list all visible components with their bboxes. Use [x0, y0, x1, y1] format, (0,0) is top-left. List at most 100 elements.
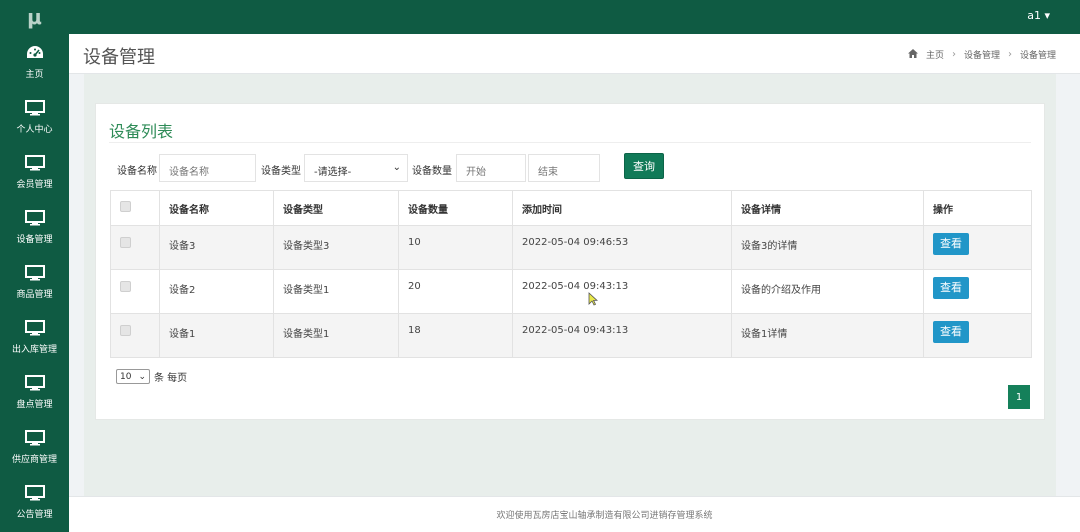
query-button[interactable]: 查询: [624, 153, 664, 179]
device-name-cell: 设备3: [159, 225, 274, 270]
column-header[interactable]: 设备名称: [159, 190, 274, 226]
row-select-cell: [110, 225, 160, 270]
sidebar-item-devices[interactable]: 设备管理: [0, 199, 69, 254]
device-detail-cell: 设备1详情: [731, 313, 924, 358]
added-time-cell: 2022-05-04 09:46:53: [512, 225, 732, 270]
page-size-value: 10: [120, 371, 132, 382]
page-size-select[interactable]: 10 ⌄: [116, 369, 150, 384]
page-title: 设备管理: [83, 47, 155, 68]
chevron-down-icon: ⌄: [392, 162, 401, 173]
breadcrumb-current: 设备管理: [1019, 51, 1056, 61]
device-type-select[interactable]: -请选择- ⌄: [304, 154, 408, 182]
table-row: 设备1 设备类型1 18 2022-05-04 09:43:13 设备1详情 查…: [110, 313, 1032, 358]
sidebar-item-label: 公告管理: [16, 510, 53, 520]
top-bar: μ a1 ▾: [0, 0, 1080, 34]
monitor-icon: [24, 428, 45, 448]
sidebar-item-announcements[interactable]: 公告管理: [0, 474, 69, 529]
row-select-cell: [110, 313, 160, 358]
device-detail-cell: 设备3的详情: [731, 225, 924, 270]
monitor-icon: [24, 373, 45, 393]
sidebar-item-label: 设备管理: [16, 235, 53, 245]
table-header-row: 设备名称 设备类型 设备数量 添加时间 设备详情 操作: [110, 190, 1032, 226]
qty-end-input[interactable]: 结束: [528, 154, 600, 182]
home-icon: [907, 48, 918, 61]
sidebar-item-members[interactable]: 会员管理: [0, 144, 69, 199]
column-header[interactable]: 设备数量: [398, 190, 513, 226]
device-qty-cell: 10: [398, 225, 513, 270]
card-title: 设备列表: [109, 122, 174, 141]
sidebar-item-label: 盘点管理: [16, 400, 53, 410]
monitor-icon: [24, 208, 45, 228]
view-button[interactable]: 查看: [933, 233, 969, 255]
device-qty-cell: 20: [398, 269, 513, 314]
device-qty-label: 设备数量: [412, 166, 452, 177]
user-menu[interactable]: a1 ▾: [1027, 9, 1050, 22]
divider: [109, 142, 1031, 143]
sidebar-item-label: 商品管理: [16, 290, 53, 300]
sidebar-item-label: 会员管理: [16, 180, 53, 190]
column-header[interactable]: 添加时间: [512, 190, 732, 226]
device-type-label: 设备类型: [261, 166, 301, 177]
search-filters: 设备名称 设备名称 设备类型 -请选择- ⌄ 设备数量 开始 结束: [117, 154, 677, 182]
chevron-down-icon: ▾: [1044, 9, 1050, 22]
sidebar-item-label: 主页: [25, 70, 44, 80]
qty-start-input[interactable]: 开始: [456, 154, 526, 182]
monitor-icon: [24, 483, 45, 503]
column-header: 操作: [923, 190, 1032, 226]
device-name-input[interactable]: 设备名称: [159, 154, 256, 182]
device-type-cell: 设备类型1: [273, 269, 399, 314]
breadcrumb: 主页 › 设备管理 › 设备管理: [907, 48, 1056, 61]
table-row: 设备3 设备类型3 10 2022-05-04 09:46:53 设备3的详情 …: [110, 225, 1032, 270]
sidebar-item-label: 出入库管理: [11, 345, 57, 355]
sidebar-item-products[interactable]: 商品管理: [0, 254, 69, 309]
sidebar-item-stock-io[interactable]: 出入库管理: [0, 309, 69, 364]
device-list-card: 设备列表 设备名称 设备名称 设备类型 -请选择- ⌄ 设备数量 开始 结束 查…: [95, 103, 1045, 420]
page-header: 设备管理 主页 › 设备管理 › 设备管理: [69, 34, 1080, 74]
chevron-right-icon: ›: [951, 49, 956, 60]
dashboard-icon: [26, 43, 44, 63]
footer: 欢迎使用瓦房店宝山轴承制造有限公司进销存管理系统: [69, 496, 1080, 532]
added-time-cell: 2022-05-04 09:43:13: [512, 269, 732, 314]
row-checkbox[interactable]: [120, 281, 131, 292]
breadcrumb-section[interactable]: 设备管理: [964, 48, 1000, 61]
table-row: 设备2 设备类型1 20 2022-05-04 09:43:13 设备的介绍及作…: [110, 269, 1032, 314]
chevron-down-icon: ⌄: [138, 371, 146, 382]
select-all-checkbox[interactable]: [120, 201, 131, 212]
device-name-cell: 设备2: [159, 269, 274, 314]
sidebar-item-inventory-check[interactable]: 盘点管理: [0, 364, 69, 419]
device-type-selected: -请选择-: [314, 167, 352, 178]
device-table: 设备名称 设备类型 设备数量 添加时间 设备详情 操作 设备3 设备类型3 10…: [110, 190, 1032, 358]
pagination-current-page[interactable]: 1: [1008, 385, 1030, 409]
sidebar-item-suppliers[interactable]: 供应商管理: [0, 419, 69, 474]
action-cell: 查看: [923, 269, 1032, 314]
select-all-cell: [110, 190, 160, 226]
device-name-label: 设备名称: [117, 166, 157, 177]
sidebar-item-profile[interactable]: 个人中心: [0, 89, 69, 144]
monitor-icon: [24, 153, 45, 173]
page-size-control: 10 ⌄ 条 每页: [116, 369, 187, 384]
column-header[interactable]: 设备详情: [731, 190, 924, 226]
action-cell: 查看: [923, 313, 1032, 358]
view-button[interactable]: 查看: [933, 277, 969, 299]
device-type-cell: 设备类型3: [273, 225, 399, 270]
sidebar-item-label: 供应商管理: [11, 455, 57, 465]
view-button[interactable]: 查看: [933, 321, 969, 343]
column-header[interactable]: 设备类型: [273, 190, 399, 226]
row-checkbox[interactable]: [120, 325, 131, 336]
device-type-cell: 设备类型1: [273, 313, 399, 358]
chevron-right-icon: ›: [1007, 49, 1012, 60]
row-checkbox[interactable]: [120, 237, 131, 248]
sidebar: 主页 个人中心 会员管理 设备管理 商品管理 出入库管理 盘点管理 供应商管理 …: [0, 34, 69, 532]
action-cell: 查看: [923, 225, 1032, 270]
page-size-suffix: 条 每页: [154, 373, 188, 384]
sidebar-item-home[interactable]: 主页: [0, 34, 69, 89]
sidebar-item-label: 个人中心: [16, 125, 53, 135]
mouse-cursor-icon: [588, 291, 599, 310]
brand-logo: μ: [27, 5, 42, 29]
row-select-cell: [110, 269, 160, 314]
monitor-icon: [24, 263, 45, 283]
device-name-cell: 设备1: [159, 313, 274, 358]
device-qty-cell: 18: [398, 313, 513, 358]
added-time-cell: 2022-05-04 09:43:13: [512, 313, 732, 358]
breadcrumb-home[interactable]: 主页: [926, 48, 944, 61]
